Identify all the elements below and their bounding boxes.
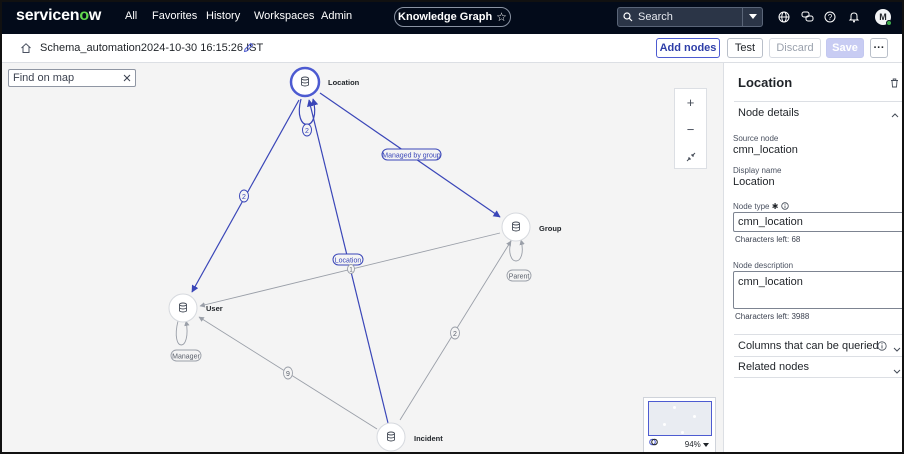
knowledge-graph-label: Knowledge Graph: [398, 11, 493, 23]
node-user[interactable]: User: [168, 293, 223, 323]
svg-text:Location: Location: [335, 258, 362, 265]
zoom-level-select[interactable]: 94%: [685, 440, 709, 449]
node-type-field[interactable]: cmn_location: [733, 212, 904, 232]
node-description-field[interactable]: cmn_location: [733, 271, 904, 309]
svg-text:Manager: Manager: [172, 354, 200, 361]
servicenow-logo[interactable]: servicenow: [16, 7, 101, 25]
graph-canvas[interactable]: Managed by group Location Parent Manager…: [0, 63, 723, 454]
minimap[interactable]: 94%: [643, 397, 716, 454]
node-type-label: Node type: [733, 202, 770, 211]
related-nodes-label: Related nodes: [738, 361, 809, 373]
nav-all[interactable]: All: [125, 10, 137, 22]
svg-text:Parent: Parent: [509, 274, 530, 281]
edge-label-manager[interactable]: Manager: [170, 349, 202, 362]
svg-text:2: 2: [242, 194, 246, 201]
trash-icon[interactable]: [890, 77, 899, 91]
chevron-down-icon[interactable]: [893, 365, 901, 377]
node-description-chars-left: Characters left: 3988: [735, 312, 810, 321]
zoom-out-button[interactable]: −: [675, 116, 706, 143]
node-location[interactable]: Location: [289, 66, 360, 98]
edge-count-incident-user[interactable]: 9: [283, 366, 293, 380]
zoom-level-value: 94%: [684, 440, 701, 449]
home-icon[interactable]: [20, 42, 32, 57]
display-name-value: Location: [733, 176, 775, 188]
user-avatar[interactable]: M: [875, 9, 892, 26]
minimap-viewport[interactable]: [648, 401, 712, 436]
edge-user-self[interactable]: [175, 320, 190, 346]
online-status-dot: [886, 20, 892, 26]
chevron-up-icon[interactable]: [891, 109, 899, 121]
more-actions-button[interactable]: ···: [870, 38, 888, 58]
svg-text:2: 2: [305, 128, 309, 135]
globe-icon[interactable]: [777, 10, 791, 24]
edge-count-location-mid[interactable]: 1: [347, 264, 355, 274]
schema-title: Schema_automation2024-10-30 16:15:26 IST: [40, 42, 264, 54]
node-type-label-row: Node type ✱: [733, 202, 789, 212]
svg-text:9: 9: [286, 371, 290, 378]
nav-favorites[interactable]: Favorites: [152, 10, 197, 22]
help-icon[interactable]: ?: [823, 10, 837, 24]
test-button[interactable]: Test: [727, 38, 763, 58]
bell-icon[interactable]: [847, 10, 861, 24]
chevron-down-icon[interactable]: [742, 8, 762, 26]
svg-text:Group: Group: [539, 224, 562, 233]
svg-text:Incident: Incident: [414, 434, 443, 443]
columns-queried-label: Columns that can be queried: [738, 339, 879, 352]
node-details-panel: Location Node details Source node cmn_lo…: [723, 63, 904, 454]
nav-admin[interactable]: Admin: [321, 10, 352, 22]
related-nodes-section[interactable]: Related nodes: [734, 356, 904, 378]
panel-title: Location: [738, 75, 793, 90]
svg-text:User: User: [206, 304, 223, 313]
edge-count-incident-group[interactable]: 2: [450, 326, 460, 340]
node-group[interactable]: Group: [501, 212, 562, 242]
pencil-icon[interactable]: [243, 42, 254, 56]
edge-count-location-user[interactable]: 2: [239, 189, 249, 203]
top-navigation: servicenow All Favorites History Workspa…: [0, 0, 904, 34]
clear-icon[interactable]: [119, 74, 135, 82]
display-name-label: Display name: [733, 166, 782, 175]
graph-svg: Managed by group Location Parent Manager…: [168, 66, 562, 452]
layers-icon[interactable]: [649, 435, 658, 449]
nav-workspaces[interactable]: Workspaces: [254, 10, 314, 22]
find-on-map-placeholder: Find on map: [13, 72, 75, 84]
search-icon: [618, 12, 638, 22]
svg-text:2: 2: [453, 331, 457, 338]
node-description-label: Node description: [733, 261, 794, 270]
required-asterisk-icon: ✱: [771, 202, 779, 211]
find-on-map-input[interactable]: Find on map: [8, 69, 136, 87]
star-icon[interactable]: ☆: [496, 10, 507, 24]
knowledge-graph-pill[interactable]: Knowledge Graph ☆: [394, 7, 511, 27]
node-details-label: Node details: [738, 106, 800, 119]
info-icon[interactable]: [780, 202, 789, 212]
source-node-label: Source node: [733, 134, 779, 143]
node-incident[interactable]: Incident: [376, 422, 443, 452]
svg-text:?: ?: [828, 13, 833, 22]
chat-icon[interactable]: [800, 10, 814, 24]
chevron-down-icon[interactable]: [893, 343, 901, 355]
svg-text:Managed by group: Managed by group: [382, 153, 440, 160]
discard-button[interactable]: Discard: [769, 38, 821, 58]
add-nodes-button[interactable]: Add nodes: [656, 38, 720, 58]
nav-history[interactable]: History: [206, 10, 240, 22]
node-details-section[interactable]: Node details: [734, 101, 904, 123]
global-search[interactable]: Search: [617, 7, 763, 27]
search-input[interactable]: Search: [638, 11, 742, 23]
schema-toolbar: Schema_automation2024-10-30 16:15:26 IST…: [0, 34, 904, 63]
svg-text:Location: Location: [328, 78, 360, 87]
save-button[interactable]: Save: [826, 38, 864, 58]
edge-label-location[interactable]: Location: [332, 253, 364, 266]
zoom-in-button[interactable]: +: [675, 89, 706, 116]
edge-label-parent[interactable]: Parent: [506, 269, 532, 282]
edge-count-location-self[interactable]: 2: [302, 123, 312, 137]
source-node-value: cmn_location: [733, 144, 798, 156]
node-type-chars-left: Characters left: 68: [735, 235, 801, 244]
edge-group-self[interactable]: [509, 239, 525, 262]
columns-queried-section[interactable]: Columns that can be queried: [734, 334, 904, 356]
edge-label-managed-by-group[interactable]: Managed by group: [381, 148, 442, 161]
fit-to-screen-icon[interactable]: [675, 143, 706, 170]
info-icon[interactable]: [877, 341, 887, 354]
zoom-controls: + −: [674, 88, 707, 169]
